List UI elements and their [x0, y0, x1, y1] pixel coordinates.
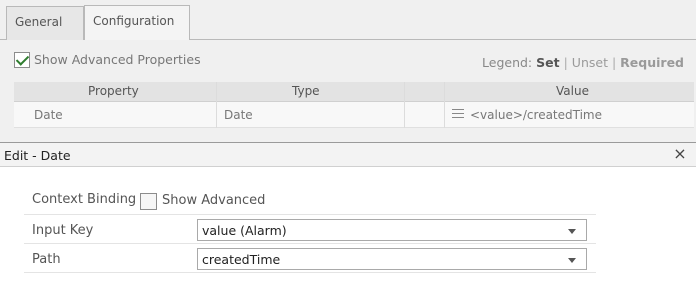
column-divider	[404, 82, 405, 128]
chevron-down-icon[interactable]	[568, 229, 576, 234]
row-divider	[24, 243, 596, 244]
tab-bar: General Configuration	[0, 0, 696, 40]
binding-icon	[452, 109, 464, 121]
close-icon[interactable]: ×	[672, 145, 688, 163]
legend-prefix: Legend:	[482, 55, 533, 70]
column-divider	[444, 82, 445, 128]
dialog-titlebar: Edit - Date ×	[0, 143, 696, 167]
input-key-select[interactable]: value (Alarm)	[197, 219, 587, 241]
grid-header: Property Type Value	[14, 82, 694, 102]
show-advanced-properties-checkbox[interactable]	[14, 52, 30, 68]
column-header-value[interactable]: Value	[556, 84, 589, 98]
show-advanced-properties-label: Show Advanced Properties	[34, 52, 201, 67]
path-label: Path	[32, 252, 61, 267]
context-binding-label: Context Binding	[32, 192, 137, 207]
legend-separator: |	[563, 55, 568, 70]
show-advanced-checkbox[interactable]	[140, 193, 157, 210]
legend-required: Required	[620, 55, 684, 70]
tab-general[interactable]: General	[6, 6, 84, 40]
legend: Legend: Set | Unset | Required	[482, 55, 684, 70]
row-divider	[24, 272, 596, 273]
table-row[interactable]: Date Date <value>/createdTime	[14, 102, 694, 128]
path-value: createdTime	[202, 252, 281, 267]
chevron-down-icon[interactable]	[568, 258, 576, 263]
tab-configuration[interactable]: Configuration	[84, 5, 190, 40]
input-key-label: Input Key	[32, 223, 94, 238]
column-header-type[interactable]: Type	[292, 84, 320, 98]
cell-property: Date	[34, 108, 63, 122]
dialog-title: Edit - Date	[4, 148, 71, 163]
options-row: Show Advanced Properties Legend: Set | U…	[14, 52, 694, 72]
input-key-value: value (Alarm)	[202, 223, 287, 238]
column-header-property[interactable]: Property	[88, 84, 139, 98]
legend-unset: Unset	[571, 55, 608, 70]
cell-type: Date	[224, 108, 253, 122]
legend-set: Set	[536, 55, 560, 70]
path-select[interactable]: createdTime	[197, 248, 587, 270]
show-advanced-label: Show Advanced	[162, 193, 266, 208]
edit-dialog: Edit - Date × Context Binding Show Advan…	[0, 142, 696, 282]
cell-value: <value>/createdTime	[470, 108, 603, 122]
legend-separator: |	[611, 55, 617, 70]
row-divider	[24, 214, 596, 215]
column-divider	[216, 82, 217, 128]
